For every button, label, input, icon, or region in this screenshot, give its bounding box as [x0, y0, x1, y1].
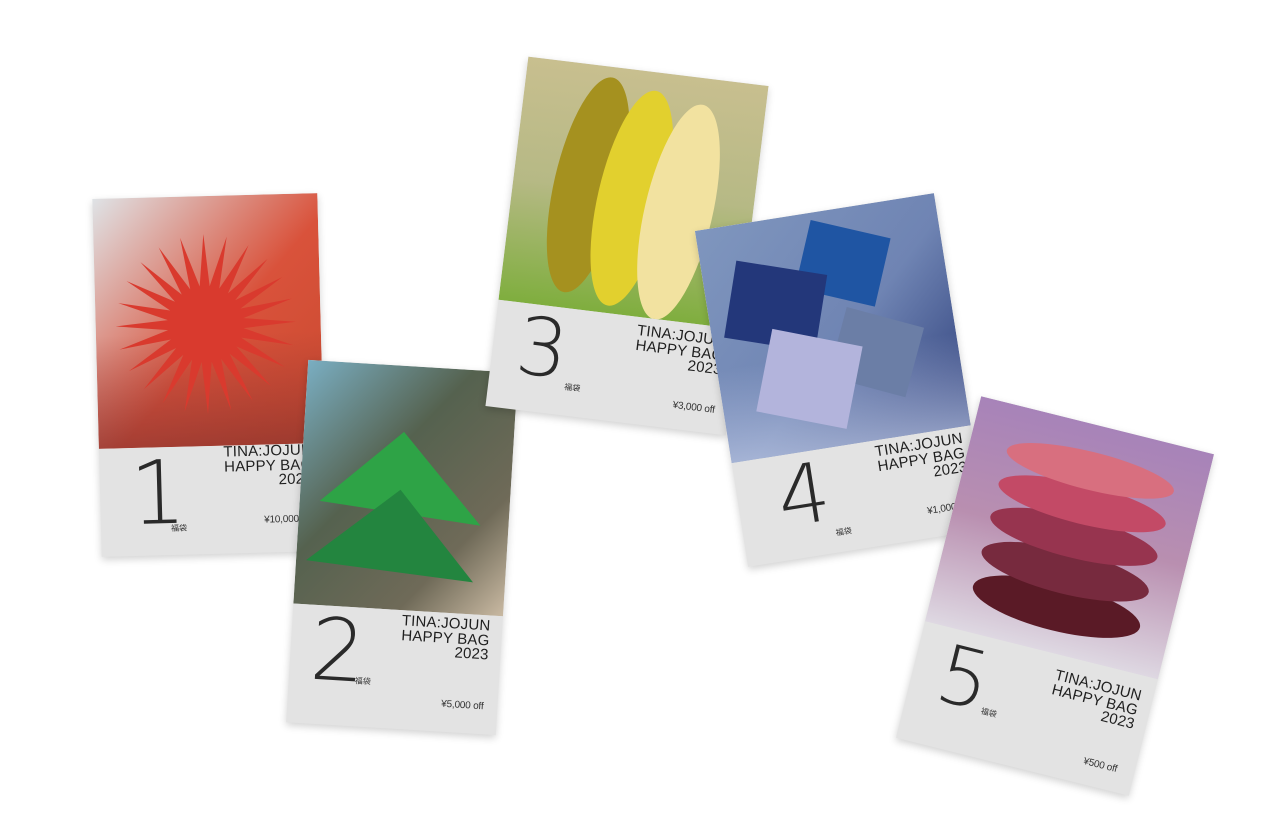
sunburst-illustration [92, 193, 324, 449]
discount-price: ¥3,000 off [671, 399, 716, 416]
card-title: TINA:JOJUN HAPPY BAG 2023 [223, 441, 313, 489]
card-title: TINA:JOJUN HAPPY BAG 2023 [400, 612, 491, 664]
happy-bag-card-2: 2 TINA:JOJUN HAPPY BAG 2023 福袋 ¥5,000 of… [286, 359, 518, 736]
happy-bag-card-4: 4 TINA:JOJUN HAPPY BAG 2023 福袋 ¥1,000 of… [694, 193, 988, 567]
fukubukuro-mark: 福袋 [170, 523, 188, 534]
card-title: TINA:JOJUN HAPPY BAG 2023 [874, 430, 969, 489]
fukubukuro-mark: 福袋 [563, 382, 581, 394]
fukubukuro-mark: 福袋 [835, 526, 853, 538]
fukubukuro-mark: 福袋 [979, 706, 998, 720]
card-2-artwork [293, 359, 518, 617]
card-number: 3 [511, 298, 574, 398]
card-4-artwork [694, 193, 971, 464]
square-lavender [756, 328, 863, 429]
squares-illustration [694, 193, 971, 464]
happy-bag-card-1: 1 TINA:JOJUN HAPPY BAG 2023 福袋 ¥10,000 o… [92, 193, 327, 557]
triangles-illustration [293, 359, 518, 617]
discount-price: ¥5,000 off [440, 698, 484, 713]
card-number: 4 [770, 444, 837, 547]
card-title: TINA:JOJUN HAPPY BAG 2023 [1046, 667, 1143, 733]
card-1-artwork [92, 193, 324, 449]
discount-price: ¥500 off [1082, 755, 1119, 775]
fukubukuro-mark: 福袋 [354, 676, 372, 687]
